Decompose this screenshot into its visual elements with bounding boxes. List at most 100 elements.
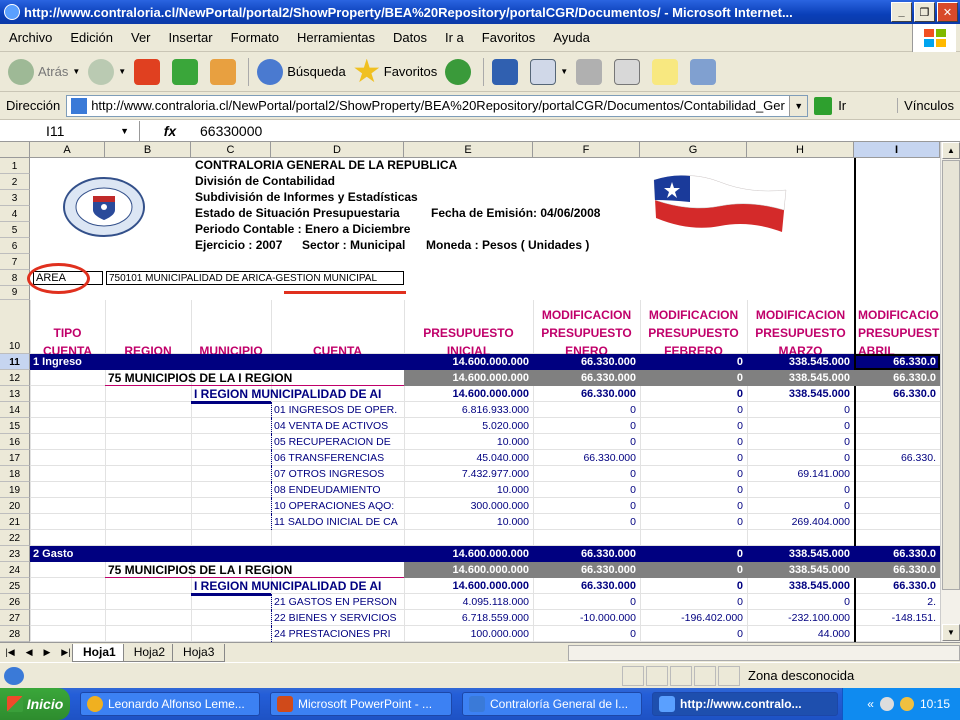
close-button[interactable]: ✕ <box>937 2 958 22</box>
cell-h18[interactable]: 69.141.000 <box>747 466 854 482</box>
cell-h24[interactable]: 338.545.000 <box>747 562 854 578</box>
cell-e13[interactable]: 14.600.000.000 <box>404 386 533 402</box>
sheet-tab-hoja2[interactable]: Hoja2 <box>122 643 177 662</box>
row-header[interactable]: 19 <box>0 482 30 498</box>
column-header-g[interactable]: G <box>640 142 747 158</box>
cell-g25[interactable]: 0 <box>640 578 747 594</box>
cell-i13[interactable]: 66.330.0 <box>854 386 940 402</box>
cell-e19[interactable]: 10.000 <box>404 482 533 498</box>
cell-g11[interactable]: 0 <box>640 354 747 370</box>
name-box[interactable]: I11 ▼ <box>0 120 140 141</box>
row-header[interactable]: 4 <box>0 206 30 222</box>
cell-e11[interactable]: 14.600.000.000 <box>404 354 533 370</box>
row-header[interactable]: 9 <box>0 286 30 300</box>
cell-g23[interactable]: 0 <box>640 546 747 562</box>
cell-h15[interactable]: 0 <box>747 418 854 434</box>
menu-archivo[interactable]: Archivo <box>0 30 61 45</box>
column-header-c[interactable]: C <box>191 142 271 158</box>
cell-e20[interactable]: 300.000.000 <box>404 498 533 514</box>
menu-insertar[interactable]: Insertar <box>160 30 222 45</box>
row-header[interactable]: 28 <box>0 626 30 642</box>
formula-input[interactable]: 66330000 <box>200 123 262 139</box>
cell-h14[interactable]: 0 <box>747 402 854 418</box>
cell-i23[interactable]: 66.330.0 <box>854 546 940 562</box>
spreadsheet-grid[interactable]: A B C D E F G H I 1 2 3 4 5 6 7 8 9 10 11 12 13 14 15 1… <box>0 142 940 642</box>
cell-g15[interactable]: 0 <box>640 418 747 434</box>
cell-e18[interactable]: 7.432.977.000 <box>404 466 533 482</box>
scroll-down-icon[interactable]: ▼ <box>942 624 960 641</box>
tray-volume-icon[interactable] <box>899 697 914 711</box>
cell-h25[interactable]: 338.545.000 <box>747 578 854 594</box>
row-header[interactable]: 7 <box>0 254 30 270</box>
cell-i26[interactable]: 2. <box>854 594 940 610</box>
cell-g18[interactable]: 0 <box>640 466 747 482</box>
row-header[interactable]: 5 <box>0 222 30 238</box>
cell-h23[interactable]: 338.545.000 <box>747 546 854 562</box>
cell-c25[interactable]: I REGION MUNICIPALIDAD DE AI <box>191 578 404 594</box>
cell-d17[interactable]: 06 TRANSFERENCIAS <box>271 450 404 466</box>
menu-datos[interactable]: Datos <box>384 30 436 45</box>
prev-sheet-icon[interactable]: ◀ <box>26 647 33 658</box>
cell-g17[interactable]: 0 <box>640 450 747 466</box>
cell-d19[interactable]: 08 ENDEUDAMIENTO <box>271 482 404 498</box>
next-sheet-icon[interactable]: ▶ <box>43 647 50 658</box>
cell-g14[interactable]: 0 <box>640 402 747 418</box>
links-button[interactable]: Vínculos <box>897 98 960 113</box>
menu-edicion[interactable]: Edición <box>61 30 122 45</box>
cell-e28[interactable]: 100.000.000 <box>404 626 533 642</box>
print-button[interactable] <box>572 55 610 89</box>
cell-d16[interactable]: 05 RECUPERACION DE <box>271 434 404 450</box>
cell-g13[interactable]: 0 <box>640 386 747 402</box>
row-header[interactable]: 25 <box>0 578 30 594</box>
row-header[interactable]: 21 <box>0 514 30 530</box>
cell-g24[interactable]: 0 <box>640 562 747 578</box>
cell-d26[interactable]: 21 GASTOS EN PERSON <box>271 594 404 610</box>
task-http-contralo[interactable]: http://www.contralo... <box>652 692 838 716</box>
home-button[interactable] <box>206 55 244 89</box>
cell-i12[interactable]: 66.330.0 <box>854 370 940 386</box>
cell-g21[interactable]: 0 <box>640 514 747 530</box>
cell-g20[interactable]: 0 <box>640 498 747 514</box>
cell-f14[interactable]: 0 <box>533 402 640 418</box>
maximize-button[interactable]: ❐ <box>914 2 935 22</box>
cell-f23[interactable]: 66.330.000 <box>533 546 640 562</box>
row-header[interactable]: 12 <box>0 370 30 386</box>
cell-f13[interactable]: 66.330.000 <box>533 386 640 402</box>
cell-f26[interactable]: 0 <box>533 594 640 610</box>
row-header[interactable]: 24 <box>0 562 30 578</box>
name-box-dropdown-icon[interactable]: ▼ <box>120 126 129 136</box>
column-header-h[interactable]: H <box>747 142 854 158</box>
task-contraloria[interactable]: Contraloría General de l... <box>462 692 642 716</box>
address-input[interactable]: http://www.contraloria.cl/NewPortal/port… <box>66 94 809 117</box>
row-header[interactable]: 6 <box>0 238 30 254</box>
cell-f19[interactable]: 0 <box>533 482 640 498</box>
search-button[interactable]: Búsqueda <box>253 55 350 89</box>
row-header[interactable]: 14 <box>0 402 30 418</box>
cell-c13[interactable]: I REGION MUNICIPALIDAD DE AI <box>191 386 404 402</box>
row-header[interactable]: 8 <box>0 270 30 286</box>
sheet-tab-hoja3[interactable]: Hoja3 <box>172 643 226 662</box>
forward-button[interactable]: ▼ <box>84 55 130 89</box>
cell-e24[interactable]: 14.600.000.000 <box>404 562 533 578</box>
cell-f18[interactable]: 0 <box>533 466 640 482</box>
cell-g19[interactable]: 0 <box>640 482 747 498</box>
cell-h12[interactable]: 338.545.000 <box>747 370 854 386</box>
cell-f25[interactable]: 66.330.000 <box>533 578 640 594</box>
row-header[interactable]: 15 <box>0 418 30 434</box>
stop-button[interactable] <box>130 55 168 89</box>
cell-h11[interactable]: 338.545.000 <box>747 354 854 370</box>
cell-d21[interactable]: 11 SALDO INICIAL DE CA <box>271 514 404 530</box>
cell-e26[interactable]: 4.095.118.000 <box>404 594 533 610</box>
address-dropdown-icon[interactable]: ▼ <box>789 95 808 116</box>
last-sheet-icon[interactable]: ▶| <box>61 647 70 658</box>
cell-d14[interactable]: 01 INGRESOS DE OPER. <box>271 402 404 418</box>
cell-d20[interactable]: 10 OPERACIONES AQO: <box>271 498 404 514</box>
cell-h19[interactable]: 0 <box>747 482 854 498</box>
history-button[interactable] <box>441 55 479 89</box>
messenger-button[interactable] <box>686 55 724 89</box>
menu-herramientas[interactable]: Herramientas <box>288 30 384 45</box>
research-button[interactable] <box>488 55 526 89</box>
task-powerpoint[interactable]: Microsoft PowerPoint - ... <box>270 692 452 716</box>
column-header-b[interactable]: B <box>105 142 191 158</box>
cell-d28[interactable]: 24 PRESTACIONES PRI <box>271 626 404 642</box>
